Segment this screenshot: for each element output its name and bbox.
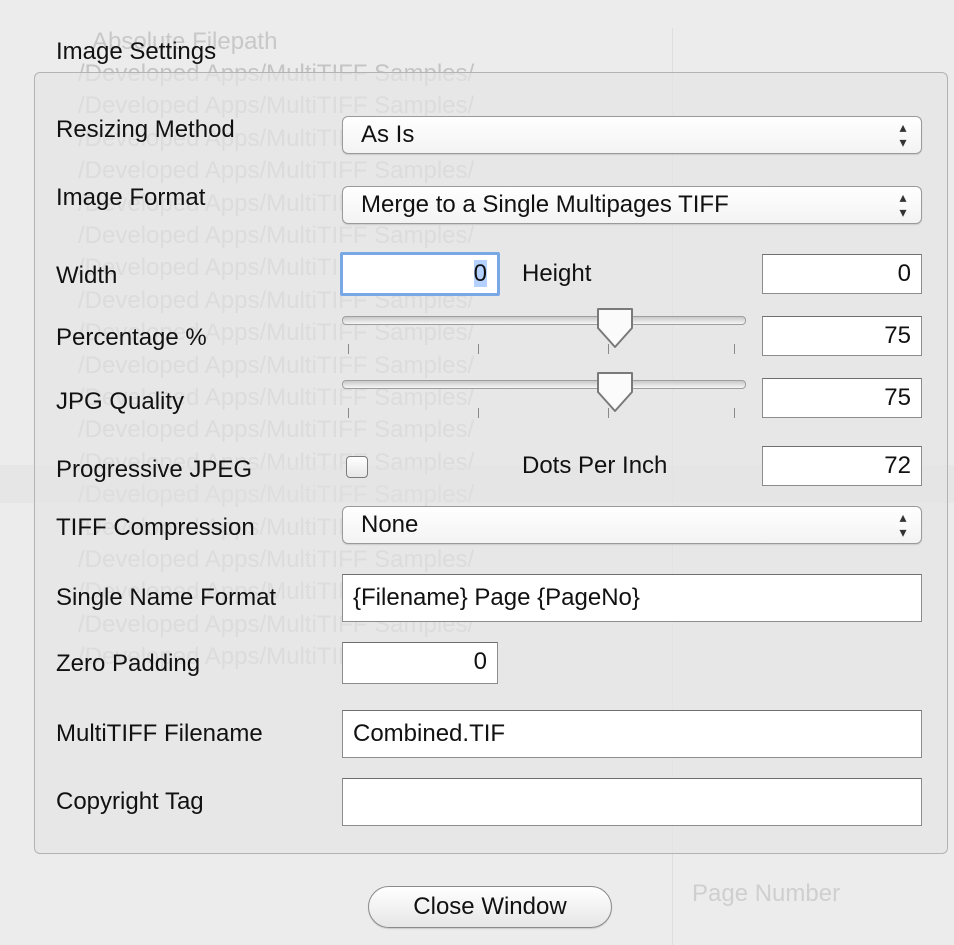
- slider-track: [342, 316, 746, 325]
- slider-tick: [348, 408, 349, 418]
- percentage-value: 75: [884, 322, 911, 349]
- dots-per-inch-label: Dots Per Inch: [522, 452, 668, 479]
- downward-pointer-knob-icon[interactable]: [595, 306, 635, 350]
- close-window-button[interactable]: Close Window: [368, 886, 612, 928]
- percentage-label: Percentage %: [56, 324, 207, 351]
- up-down-chevron-icon: ▴ ▾: [899, 119, 907, 150]
- up-down-chevron-icon: ▴ ▾: [899, 189, 907, 220]
- tiff-compression-label: TIFF Compression: [56, 514, 255, 541]
- slider-tick: [478, 408, 479, 418]
- section-title-image-settings: Image Settings: [56, 38, 217, 65]
- jpg-quality-slider[interactable]: [342, 370, 746, 422]
- background-page-number-header: Page Number: [692, 880, 841, 907]
- width-value: 0: [473, 260, 487, 287]
- slider-track: [342, 380, 746, 389]
- height-value: 0: [897, 260, 911, 287]
- multitiff-filename-field[interactable]: Combined.TIF: [342, 710, 922, 758]
- copyright-tag-field[interactable]: [342, 778, 922, 826]
- zero-padding-field[interactable]: 0: [342, 642, 498, 684]
- percentage-slider[interactable]: [342, 306, 746, 358]
- downward-pointer-knob-icon[interactable]: [595, 370, 635, 414]
- jpg-quality-field[interactable]: 75: [762, 378, 922, 418]
- percentage-field[interactable]: 75: [762, 316, 922, 356]
- image-format-popup[interactable]: Merge to a Single Multipages TIFF ▴ ▾: [342, 186, 922, 224]
- tiff-compression-value: None: [361, 511, 419, 538]
- zero-padding-value: 0: [473, 648, 487, 675]
- multitiff-filename-value: Combined.TIF: [353, 720, 506, 747]
- zero-padding-label: Zero Padding: [56, 650, 201, 677]
- tiff-compression-popup[interactable]: None ▴ ▾: [342, 506, 922, 544]
- image-format-label: Image Format: [56, 184, 206, 211]
- slider-tick: [734, 344, 735, 354]
- single-name-format-label: Single Name Format: [56, 584, 277, 611]
- dots-per-inch-value: 72: [884, 452, 911, 479]
- slider-tick: [734, 408, 735, 418]
- height-label: Height: [522, 260, 592, 287]
- jpg-quality-label: JPG Quality: [56, 388, 185, 415]
- image-format-value: Merge to a Single Multipages TIFF: [361, 191, 729, 218]
- dots-per-inch-field[interactable]: 72: [762, 446, 922, 486]
- resizing-method-popup[interactable]: As Is ▴ ▾: [342, 116, 922, 154]
- slider-tick: [478, 344, 479, 354]
- resizing-method-value: As Is: [361, 121, 415, 148]
- resizing-method-label: Resizing Method: [56, 116, 235, 143]
- slider-tick: [348, 344, 349, 354]
- copyright-tag-label: Copyright Tag: [56, 788, 204, 815]
- single-name-format-value: {Filename} Page {PageNo}: [353, 584, 640, 611]
- jpg-quality-value: 75: [884, 384, 911, 411]
- width-field[interactable]: 0: [340, 252, 500, 296]
- height-field[interactable]: 0: [762, 254, 922, 294]
- progressive-jpeg-checkbox[interactable]: [346, 456, 368, 478]
- multitiff-filename-label: MultiTIFF Filename: [56, 720, 263, 747]
- up-down-chevron-icon: ▴ ▾: [899, 509, 907, 540]
- width-label: Width: [56, 262, 118, 289]
- single-name-format-field[interactable]: {Filename} Page {PageNo}: [342, 574, 922, 622]
- progressive-jpeg-label: Progressive JPEG: [56, 456, 253, 483]
